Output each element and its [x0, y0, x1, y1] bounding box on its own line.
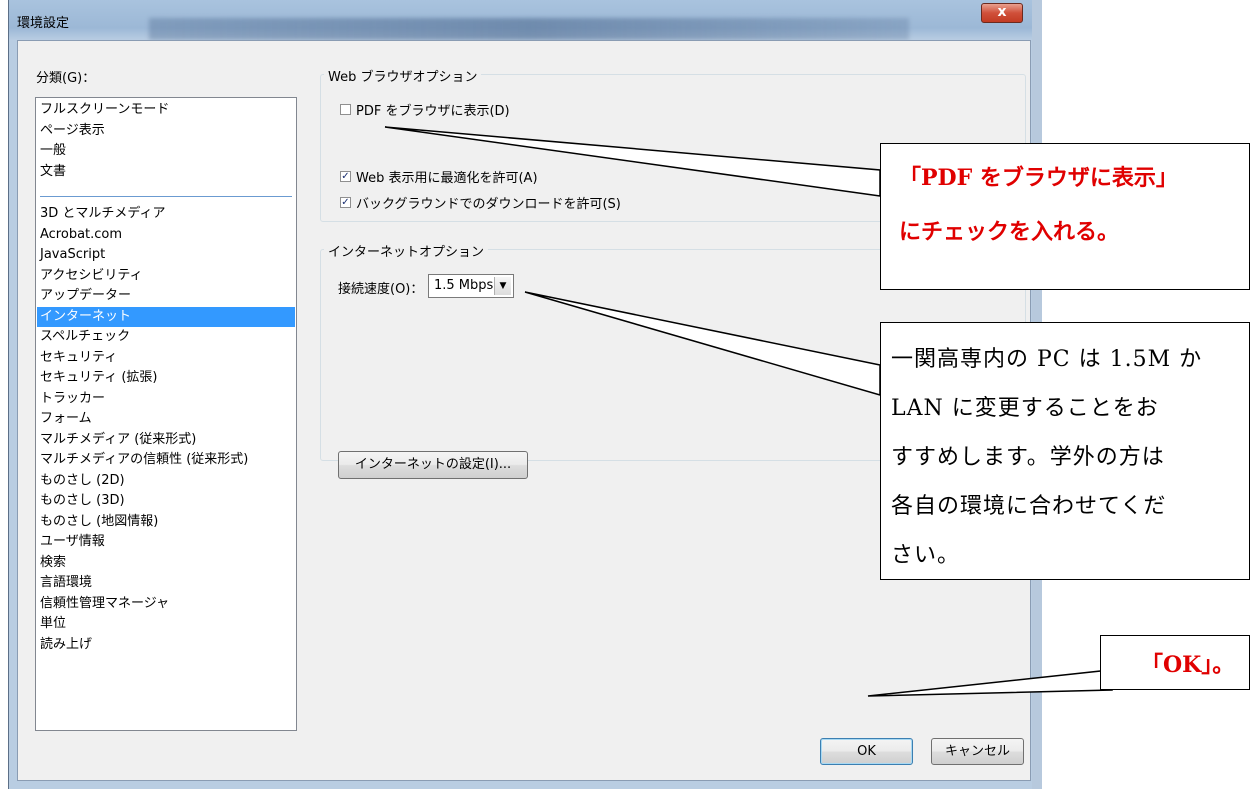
callout-connection-speed: 一関高専内の PC は 1.5M か LAN に変更することをお すすめします。…: [880, 322, 1250, 580]
callout-2-line-3: すすめします。学外の方は: [891, 445, 1165, 470]
callout-1-pointer: [384, 126, 881, 197]
callout-2-line-5: さい。: [891, 543, 961, 568]
callout-2-line-2: LAN に変更することをお: [891, 396, 1159, 421]
callout-check-pdf: 「PDF をブラウザに表示」 にチェックを入れる。: [880, 143, 1250, 290]
callout-3-pointer: [867, 669, 1113, 697]
callout-2-line-4: 各自の環境に合わせてくだ: [891, 494, 1167, 519]
callout-2-pointer: [524, 291, 881, 396]
callout-1-line-1: 「PDF をブラウザに表示」: [899, 165, 1178, 191]
callout-3-text: 「OK」。: [1141, 652, 1235, 678]
callout-ok: 「OK」。: [1100, 635, 1250, 690]
callout-2-line-1: 一関高専内の PC は 1.5M か: [891, 347, 1203, 372]
callout-1-line-2: にチェックを入れる。: [899, 219, 1120, 245]
